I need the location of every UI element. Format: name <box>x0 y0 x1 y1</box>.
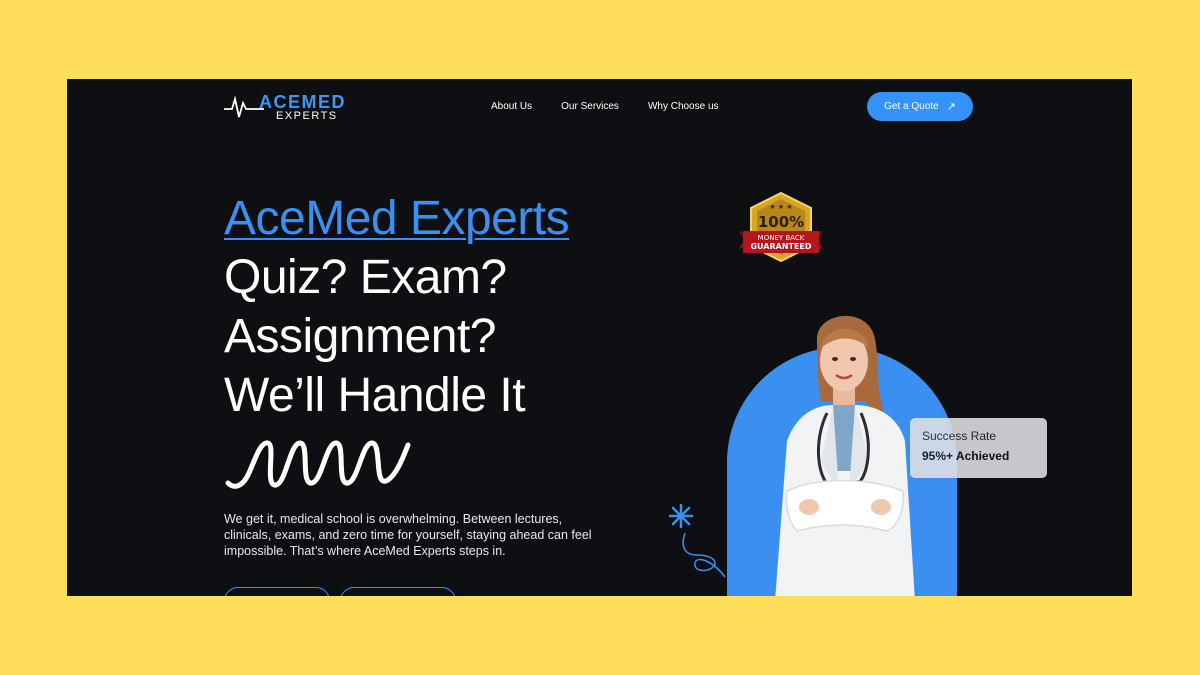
hero-description: We get it, medical school is overwhelmin… <box>224 512 592 558</box>
hero-secondary-button[interactable] <box>340 587 456 596</box>
hero-title: AceMed Experts Quiz? Exam? Assignment? W… <box>224 189 570 425</box>
get-a-quote-button[interactable]: Get a Quote ↗ <box>867 92 973 121</box>
money-back-badge: ★ ★ ★ 100% MONEY BACK GUARANTEED <box>739 191 823 263</box>
logo[interactable]: ACEMED EXPERTS <box>224 91 345 123</box>
squiggle-decoration <box>225 440 411 489</box>
hero-line-3: We’ll Handle It <box>224 369 526 422</box>
svg-text:★ ★ ★: ★ ★ ★ <box>769 203 792 211</box>
success-rate-card: Success Rate 95%+ Achieved <box>910 418 1047 478</box>
hero-line-2: Assignment? <box>224 310 496 363</box>
success-rate-title: Success Rate <box>922 429 997 443</box>
hero-brand-link[interactable]: AceMed Experts <box>224 192 570 245</box>
doctor-illustration <box>775 315 915 596</box>
hero-screenshot: ACEMED EXPERTS About Us Our Services Why… <box>67 79 1132 596</box>
heartbeat-icon <box>224 95 264 118</box>
nav-our-services[interactable]: Our Services <box>561 101 619 112</box>
logo-bottom-text: EXPERTS <box>276 110 338 122</box>
badge-line-2: GUARANTEED <box>750 242 811 251</box>
success-rate-value: 95%+ Achieved <box>922 449 1010 463</box>
badge-percent: 100% <box>758 213 804 231</box>
hero-line-1: Quiz? Exam? <box>224 251 507 304</box>
nav-about-us[interactable]: About Us <box>491 101 532 112</box>
main-nav: About Us Our Services Why Choose us <box>491 101 719 112</box>
badge-line-1: MONEY BACK <box>758 234 805 242</box>
sparkle-icon <box>668 503 694 529</box>
cta-label: Get a Quote <box>884 101 939 112</box>
nav-why-choose-us[interactable]: Why Choose us <box>648 101 719 112</box>
hero-primary-button[interactable] <box>224 587 330 596</box>
arrow-up-right-icon: ↗ <box>946 101 956 113</box>
swirl-decoration <box>682 532 726 578</box>
